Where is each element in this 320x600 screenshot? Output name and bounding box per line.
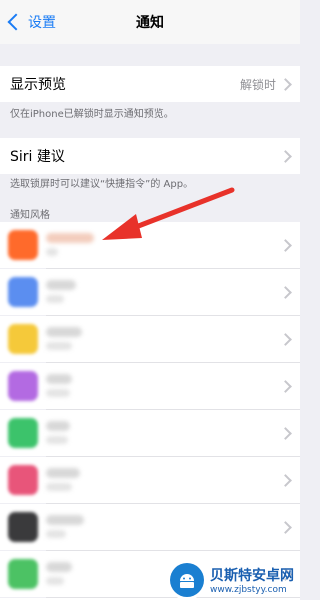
watermark-logo: [170, 563, 204, 597]
watermark: 贝斯特安卓网 www.zjbstyy.com: [170, 560, 300, 600]
annotation-arrow: [102, 187, 235, 240]
watermark-url: www.zjbstyy.com: [210, 585, 287, 595]
android-icon: [180, 574, 194, 588]
watermark-title: 贝斯特安卓网: [210, 568, 294, 584]
